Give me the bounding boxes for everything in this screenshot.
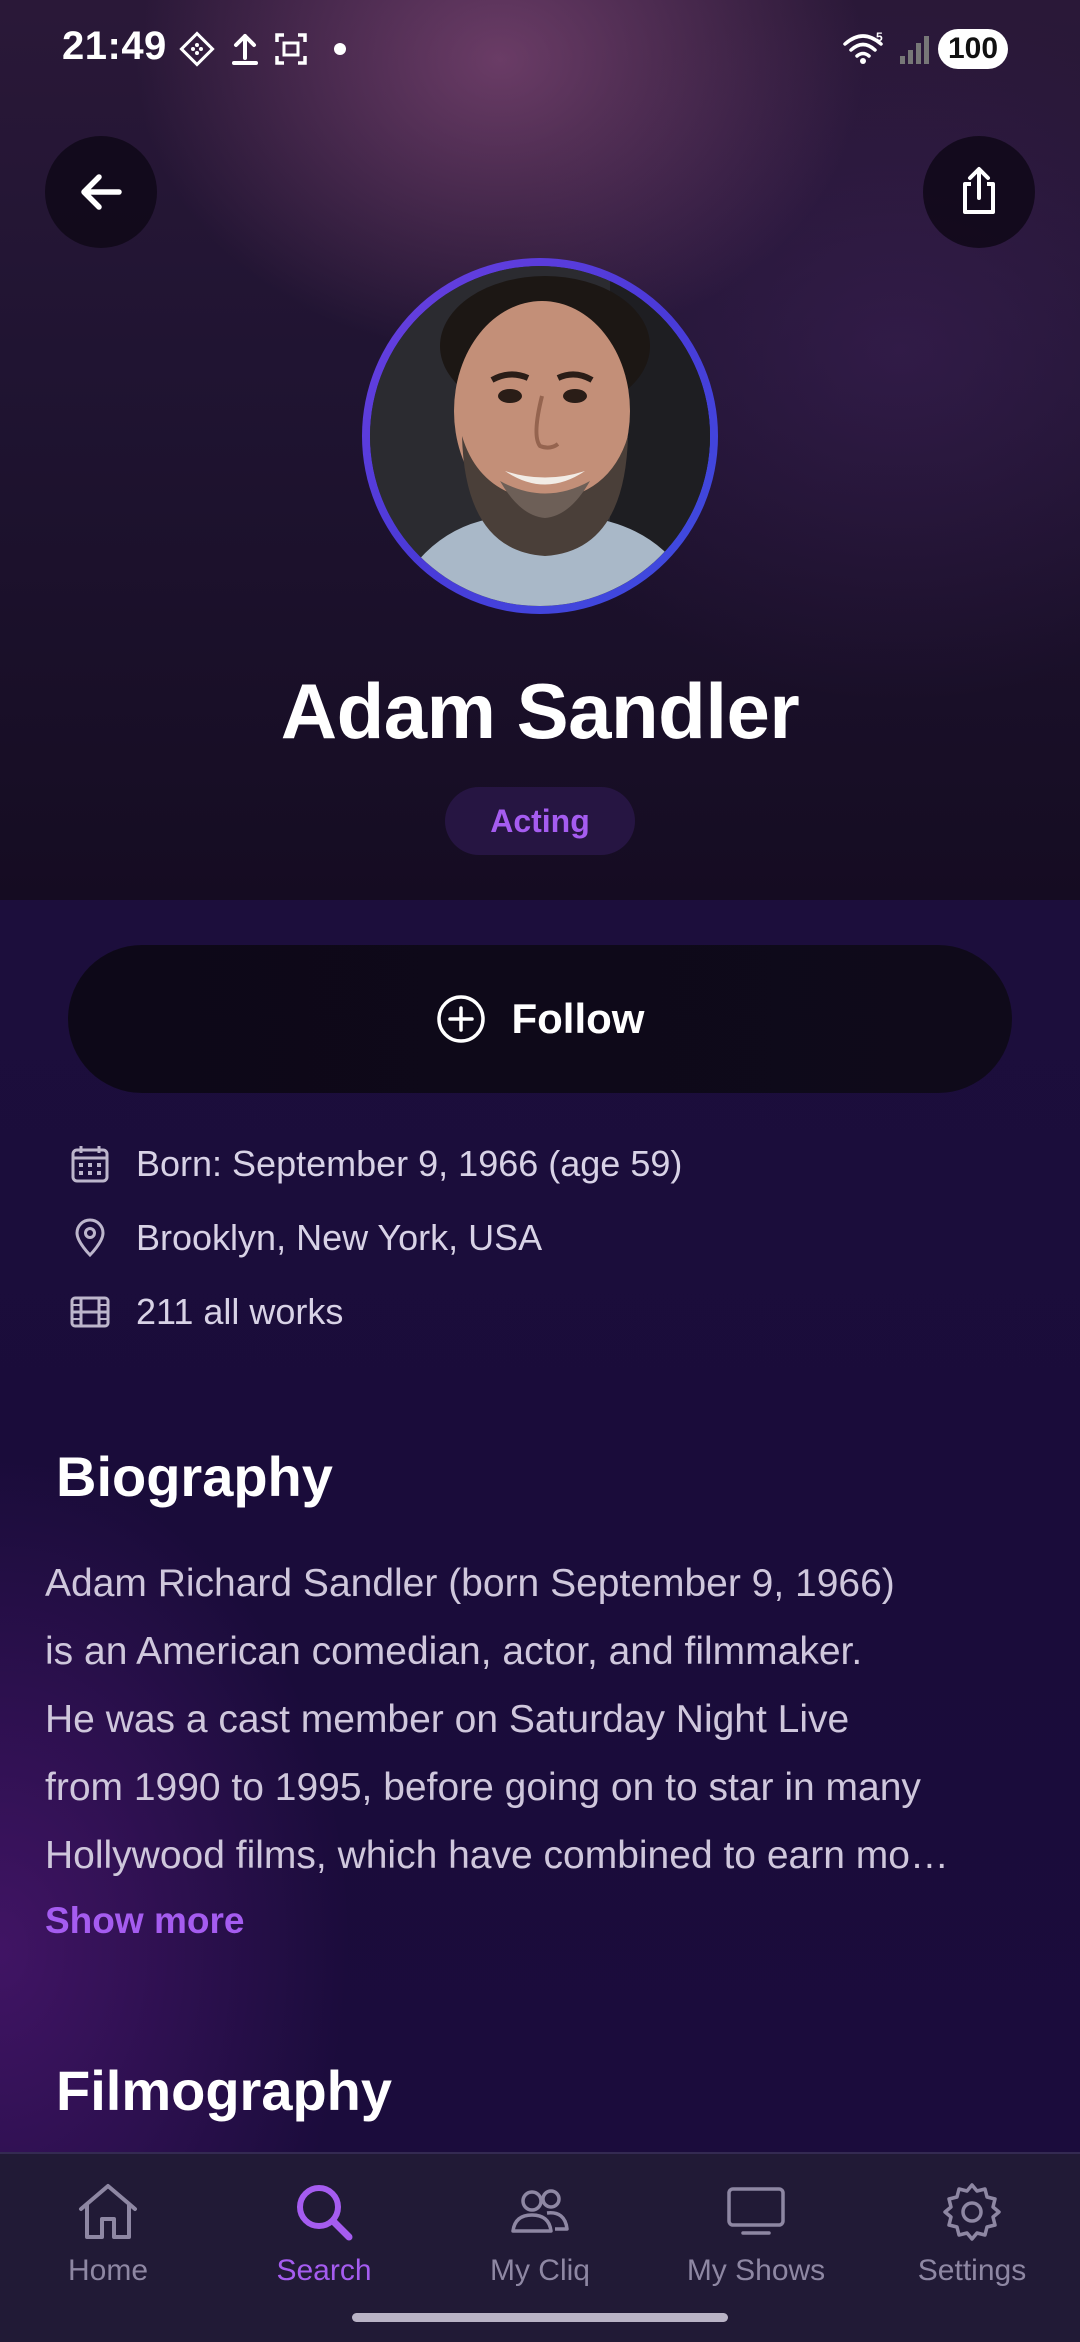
signal-icon — [900, 36, 929, 64]
film-icon — [70, 1296, 110, 1328]
nav-home[interactable]: Home — [0, 2176, 216, 2306]
plus-circle-icon — [436, 995, 485, 1043]
back-arrow-icon — [81, 174, 122, 210]
bio-line: Adam Richard Sandler (born September 9, … — [45, 1562, 895, 1605]
follow-button[interactable]: Follow — [68, 945, 1012, 1093]
profile-photo — [370, 266, 710, 606]
nav-settings[interactable]: Settings — [864, 2176, 1080, 2306]
show-more-link[interactable]: Show more — [45, 1900, 244, 1942]
people-icon — [511, 2189, 569, 2233]
share-button[interactable] — [923, 136, 1035, 248]
tv-icon — [727, 2187, 785, 2235]
department-badge: Acting — [445, 787, 635, 855]
gear-icon — [943, 2183, 1001, 2241]
nav-home-label: Home — [67, 2254, 149, 2287]
status-bar: 21:49 5 100 — [0, 0, 1080, 96]
screenshot-icon — [275, 33, 307, 65]
battery-indicator: 100 — [938, 29, 1008, 69]
nav-settings-label: Settings — [917, 2254, 1027, 2287]
nav-my-shows-label: My Shows — [686, 2254, 826, 2287]
nav-my-cliq[interactable]: My Cliq — [432, 2176, 648, 2306]
bio-line: from 1990 to 1995, before going on to st… — [45, 1766, 921, 1809]
nav-my-cliq-label: My Cliq — [489, 2254, 590, 2287]
bio-line: He was a cast member on Saturday Night L… — [45, 1698, 850, 1741]
place-text: Brooklyn, New York, USA — [136, 1217, 543, 1258]
calendar-icon — [71, 1146, 109, 1183]
home-icon — [79, 2184, 137, 2239]
born-text: Born: September 9, 1966 (age 59) — [136, 1143, 683, 1184]
diamond-icon — [179, 31, 215, 67]
follow-label: Follow — [511, 995, 645, 1042]
share-icon — [963, 167, 995, 214]
info-place: Brooklyn, New York, USA — [68, 1213, 542, 1263]
avatar-ring — [362, 258, 718, 614]
dot-icon — [334, 43, 346, 55]
wifi-icon: 5 — [843, 30, 883, 64]
avatar — [370, 266, 710, 606]
status-time: 21:49 — [62, 24, 167, 68]
svg-text:5: 5 — [876, 30, 883, 44]
biography-title: Biography — [56, 1445, 333, 1508]
search-icon — [297, 2185, 353, 2241]
works-text: 211 all works — [136, 1291, 344, 1332]
bio-line: is an American comedian, actor, and film… — [45, 1630, 863, 1673]
location-pin-icon — [75, 1218, 105, 1258]
info-born: Born: September 9, 1966 (age 59) — [68, 1139, 682, 1189]
upload-icon — [232, 34, 258, 65]
info-works: 211 all works — [68, 1287, 343, 1337]
person-name: Adam Sandler — [280, 667, 800, 755]
filmography-title: Filmography — [56, 2059, 393, 2122]
nav-my-shows[interactable]: My Shows — [648, 2176, 864, 2306]
back-button[interactable] — [45, 136, 157, 248]
biography-text: Adam Richard Sandler (born September 9, … — [45, 1550, 1045, 1890]
home-indicator[interactable] — [352, 2313, 728, 2322]
bio-line: Hollywood films, which have combined to … — [45, 1834, 949, 1877]
nav-search[interactable]: Search — [216, 2176, 432, 2306]
nav-search-label: Search — [276, 2254, 372, 2287]
